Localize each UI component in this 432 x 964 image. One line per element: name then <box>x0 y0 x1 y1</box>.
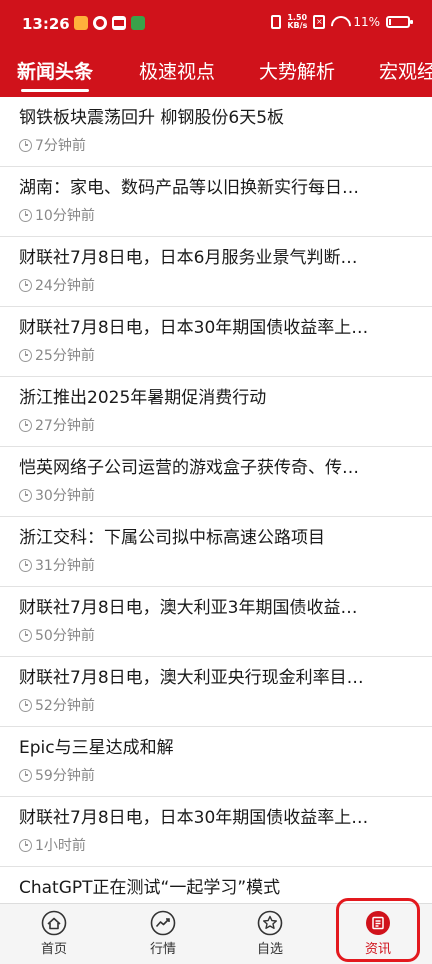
clock-icon <box>19 488 32 502</box>
news-item[interactable]: 恺英网络子公司运营的游戏盒子获传奇、传… 30分钟前 <box>0 447 432 517</box>
star-icon <box>257 910 283 936</box>
clock-icon <box>19 698 32 712</box>
news-time: 24分钟前 <box>19 275 413 295</box>
clock-icon <box>19 838 32 852</box>
news-item[interactable]: 浙江交科：下属公司拟中标高速公路项目 31分钟前 <box>0 517 432 587</box>
app-notification-icon <box>93 16 107 30</box>
news-time-text: 1小时前 <box>35 838 86 854</box>
nav-home[interactable]: 首页 <box>14 910 94 957</box>
news-item[interactable]: 财联社7月8日电，日本6月服务业景气判断… 24分钟前 <box>0 237 432 307</box>
active-tab-indicator <box>21 89 89 92</box>
tab-quick-view[interactable]: 极速视点 <box>139 57 215 84</box>
clock-icon <box>19 558 32 572</box>
news-time-text: 10分钟前 <box>35 208 95 224</box>
active-tab-highlight <box>336 898 420 962</box>
news-item[interactable]: 财联社7月8日电，澳大利亚央行现金利率目… 52分钟前 <box>0 657 432 727</box>
news-title: 湖南：家电、数码产品等以旧换新实行每日… <box>19 178 359 198</box>
news-time: 7分钟前 <box>19 135 413 155</box>
news-time-text: 30分钟前 <box>35 488 95 504</box>
clock-icon <box>19 208 32 222</box>
battery-percent: 11% <box>353 15 380 29</box>
nav-home-label: 首页 <box>40 942 67 957</box>
news-item[interactable]: 财联社7月8日电，日本30年期国债收益率上… 1小时前 <box>0 797 432 867</box>
news-time-text: 50分钟前 <box>35 628 95 644</box>
news-title: 财联社7月8日电，澳大利亚3年期国债收益… <box>19 598 358 618</box>
news-time: 27分钟前 <box>19 415 413 435</box>
news-item[interactable]: 湖南：家电、数码产品等以旧换新实行每日… 10分钟前 <box>0 167 432 237</box>
battery-level <box>389 19 391 25</box>
news-time: 25分钟前 <box>19 345 413 365</box>
nav-market-label: 行情 <box>149 942 176 957</box>
news-time-text: 59分钟前 <box>35 768 95 784</box>
news-item[interactable]: 钢铁板块震荡回升 柳钢股份6天5板 7分钟前 <box>0 97 432 167</box>
news-title: 财联社7月8日电，日本30年期国债收益率上… <box>19 808 369 828</box>
notification-icons <box>74 16 145 30</box>
clock-icon <box>19 138 32 152</box>
mail-notification-icon <box>112 16 126 30</box>
category-tabs: 新闻头条 极速视点 大势解析 宏观经 <box>0 50 432 97</box>
news-time: 31分钟前 <box>19 555 413 575</box>
news-time: 30分钟前 <box>19 485 413 505</box>
news-title: 浙江推出2025年暑期促消费行动 <box>19 388 267 408</box>
news-time-text: 27分钟前 <box>35 418 95 434</box>
status-right: 1.50 KB/s × 11% <box>271 14 413 30</box>
nav-watchlist[interactable]: 自选 <box>230 910 310 957</box>
nav-market[interactable]: 行情 <box>123 910 203 957</box>
clock-icon <box>19 348 32 362</box>
network-speed-unit: KB/s <box>287 21 308 30</box>
news-item[interactable]: Epic与三星达成和解 59分钟前 <box>0 727 432 797</box>
tab-macro[interactable]: 宏观经 <box>379 57 432 84</box>
news-item[interactable]: 财联社7月8日电，日本30年期国债收益率上… 25分钟前 <box>0 307 432 377</box>
news-time-text: 31分钟前 <box>35 558 95 574</box>
news-time: 50分钟前 <box>19 625 413 645</box>
no-sim-icon: × <box>313 15 326 29</box>
network-speed: 1.50 KB/s <box>287 14 307 30</box>
news-title: 恺英网络子公司运营的游戏盒子获传奇、传… <box>19 458 359 478</box>
news-time-text: 24分钟前 <box>35 278 95 294</box>
news-time: 1小时前 <box>19 835 413 855</box>
news-title: Epic与三星达成和解 <box>19 738 174 758</box>
news-time: 59分钟前 <box>19 765 413 785</box>
news-time-text: 25分钟前 <box>35 348 95 364</box>
vibrate-icon <box>271 15 282 29</box>
news-list: 钢铁板块震荡回升 柳钢股份6天5板 7分钟前 湖南：家电、数码产品等以旧换新实行… <box>0 97 432 903</box>
battery-icon <box>386 16 413 28</box>
home-icon <box>41 910 67 936</box>
news-title: 财联社7月8日电，日本6月服务业景气判断… <box>19 248 358 268</box>
chart-icon <box>150 910 176 936</box>
news-time: 52分钟前 <box>19 695 413 715</box>
tab-headlines[interactable]: 新闻头条 <box>17 57 93 84</box>
nav-watchlist-label: 自选 <box>256 942 283 957</box>
clock-icon <box>19 278 32 292</box>
news-time-text: 52分钟前 <box>35 698 95 714</box>
news-title: ChatGPT正在测试“一起学习”模式 <box>19 878 281 898</box>
news-title: 钢铁板块震荡回升 柳钢股份6天5板 <box>19 108 285 128</box>
wifi-icon <box>331 16 347 28</box>
app-notification-icon <box>74 16 88 30</box>
status-time: 13:26 <box>22 15 70 33</box>
clock-icon <box>19 628 32 642</box>
tab-market-analysis[interactable]: 大势解析 <box>259 57 335 84</box>
news-title: 浙江交科：下属公司拟中标高速公路项目 <box>19 528 325 548</box>
news-time-text: 7分钟前 <box>35 138 86 154</box>
clock-icon <box>19 768 32 782</box>
clock-icon <box>19 418 32 432</box>
news-title: 财联社7月8日电，日本30年期国债收益率上… <box>19 318 369 338</box>
news-item[interactable]: 浙江推出2025年暑期促消费行动 27分钟前 <box>0 377 432 447</box>
app-notification-icon <box>131 16 145 30</box>
news-item[interactable]: 财联社7月8日电，澳大利亚3年期国债收益… 50分钟前 <box>0 587 432 657</box>
news-time: 10分钟前 <box>19 205 413 225</box>
status-bar: 13:26 1.50 KB/s × 11% <box>0 0 432 50</box>
news-title: 财联社7月8日电，澳大利亚央行现金利率目… <box>19 668 364 688</box>
